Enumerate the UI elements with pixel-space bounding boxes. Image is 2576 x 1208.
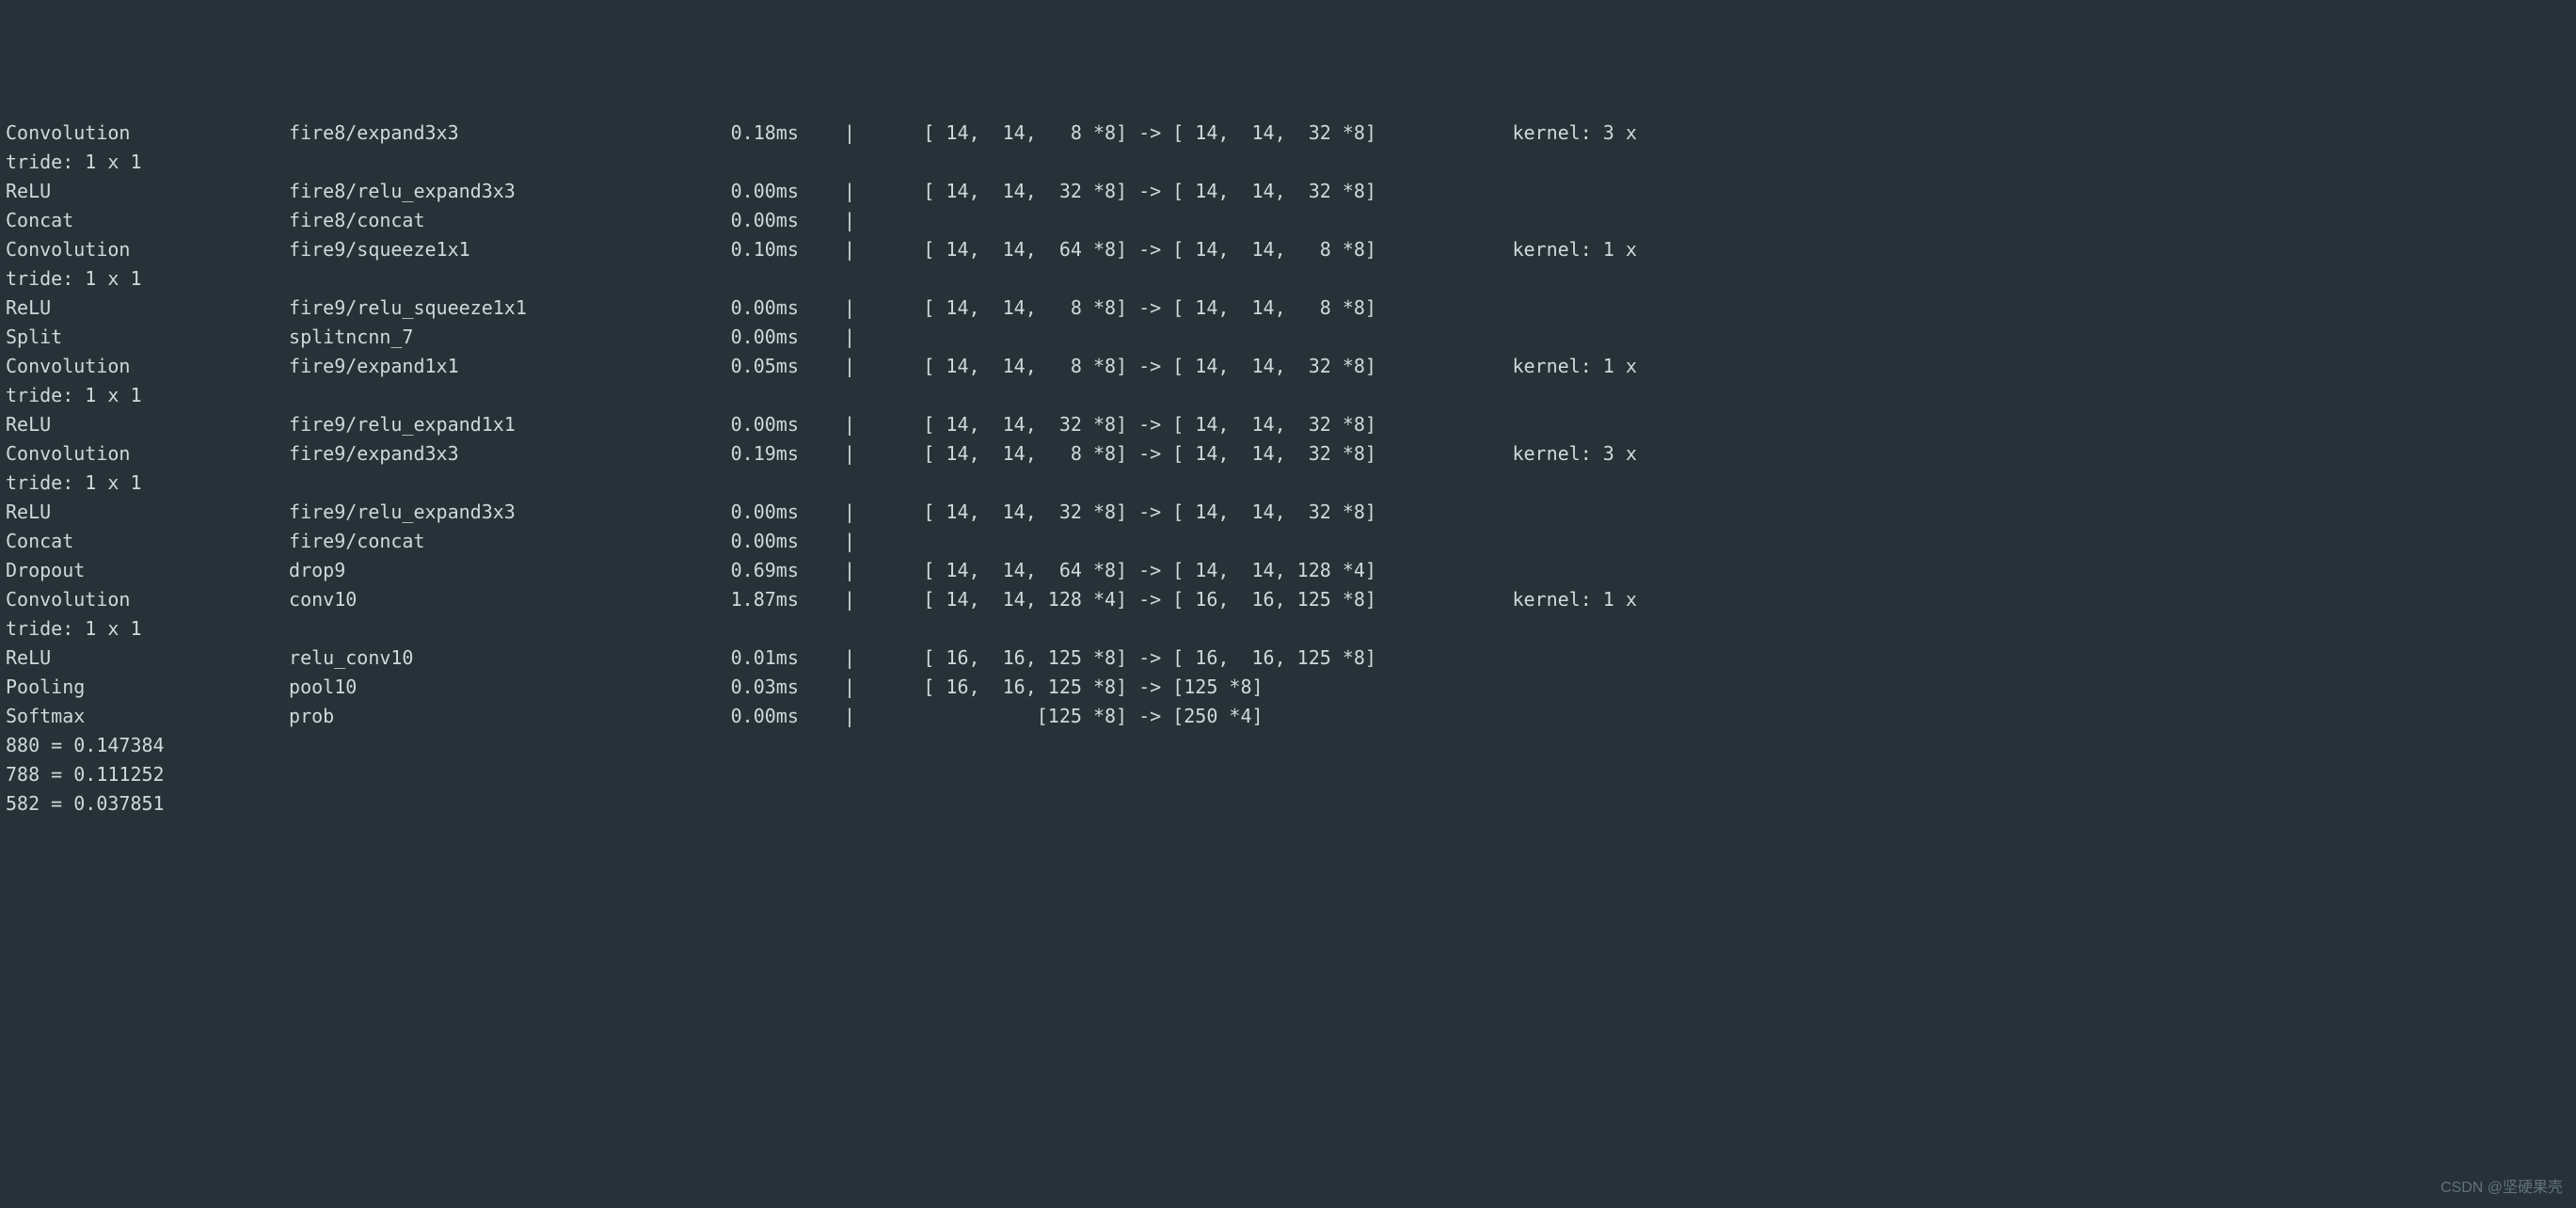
terminal-line: tride: 1 x 1 [6, 264, 2570, 294]
watermark-text: CSDN @坚硬果壳 [2441, 1177, 2563, 1200]
terminal-output: Convolution fire8/expand3x3 0.18ms | [ 1… [6, 119, 2570, 819]
terminal-line: Concat fire8/concat 0.00ms | [6, 206, 2570, 235]
terminal-line: ReLU fire8/relu_expand3x3 0.00ms | [ 14,… [6, 177, 2570, 206]
terminal-line: tride: 1 x 1 [6, 469, 2570, 498]
terminal-line: ReLU fire9/relu_squeeze1x1 0.00ms | [ 14… [6, 294, 2570, 323]
terminal-line: 788 = 0.111252 [6, 760, 2570, 789]
terminal-line: Convolution fire9/expand3x3 0.19ms | [ 1… [6, 439, 2570, 469]
terminal-line: Convolution conv10 1.87ms | [ 14, 14, 12… [6, 585, 2570, 614]
terminal-line: Concat fire9/concat 0.00ms | [6, 527, 2570, 556]
terminal-line: ReLU fire9/relu_expand1x1 0.00ms | [ 14,… [6, 410, 2570, 439]
terminal-line: Split splitncnn_7 0.00ms | [6, 323, 2570, 352]
terminal-line: Pooling pool10 0.03ms | [ 16, 16, 125 *8… [6, 673, 2570, 702]
terminal-line: tride: 1 x 1 [6, 614, 2570, 644]
terminal-line: tride: 1 x 1 [6, 381, 2570, 410]
terminal-line: Softmax prob 0.00ms | [125 *8] -> [250 *… [6, 702, 2570, 731]
terminal-line: Convolution fire9/expand1x1 0.05ms | [ 1… [6, 352, 2570, 381]
terminal-line: ReLU fire9/relu_expand3x3 0.00ms | [ 14,… [6, 498, 2570, 527]
terminal-line: Convolution fire8/expand3x3 0.18ms | [ 1… [6, 119, 2570, 148]
terminal-line: 582 = 0.037851 [6, 789, 2570, 819]
terminal-line: Dropout drop9 0.69ms | [ 14, 14, 64 *8] … [6, 556, 2570, 585]
terminal-line: 880 = 0.147384 [6, 731, 2570, 760]
terminal-line: Convolution fire9/squeeze1x1 0.10ms | [ … [6, 235, 2570, 264]
terminal-line: tride: 1 x 1 [6, 148, 2570, 177]
terminal-line: ReLU relu_conv10 0.01ms | [ 16, 16, 125 … [6, 644, 2570, 673]
